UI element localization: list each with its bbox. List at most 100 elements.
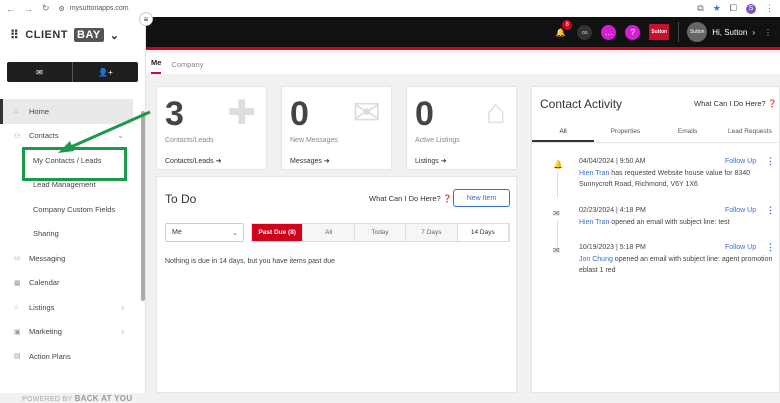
add-user-icon: 👤+ xyxy=(98,67,113,77)
reload-icon[interactable]: ↻ xyxy=(42,3,50,14)
profile-avatar[interactable]: S xyxy=(746,3,756,14)
new-item-button[interactable]: New Item xyxy=(453,189,510,207)
date-range-filter: Past Due (8) All Today 7 Days 14 Days xyxy=(251,223,510,242)
filter-today[interactable]: Today xyxy=(354,224,407,241)
add-contact-button[interactable]: 👤+ xyxy=(73,62,138,82)
more-options-icon[interactable]: ⋮ xyxy=(766,156,775,167)
arrow-circle-icon: ➜ xyxy=(323,158,330,165)
contact-name-link[interactable]: Hien Tran xyxy=(579,170,609,177)
sidebar-item-label: Messaging xyxy=(29,253,66,263)
chevron-right-icon: › xyxy=(121,302,124,312)
assignee-select[interactable]: Me ⌄ xyxy=(165,223,244,242)
home-icon: ⌂ xyxy=(14,107,19,115)
tab-properties[interactable]: Properties xyxy=(594,123,656,142)
chat-button[interactable]: … xyxy=(601,24,617,40)
activity-text: Hien Tran has requested Website house va… xyxy=(579,169,776,190)
assignee-value: Me xyxy=(172,229,182,236)
app-logo[interactable]: ⠿ CLIENT BAY ⌄ xyxy=(0,17,145,53)
activity-time: 4:18 PM xyxy=(619,207,646,214)
bookmark-star-icon[interactable]: ★ xyxy=(713,3,721,14)
back-icon[interactable]: ← xyxy=(6,4,15,14)
stat-value: 3 xyxy=(165,95,184,133)
activity-date: 02/23/2024 xyxy=(579,207,615,214)
site-info-icon[interactable]: ⚙ xyxy=(59,5,65,13)
top-navbar: 🔔 8 ∞ … ? Sutton Sutton Hi, Sutton › ⋮ xyxy=(146,17,780,50)
question-icon: ? xyxy=(630,27,635,37)
avatar: Sutton xyxy=(687,22,708,42)
activity-description: opened an email with subject line: test xyxy=(609,219,730,226)
filter-14-days[interactable]: 14 Days xyxy=(457,224,510,241)
tab-emails[interactable]: Emails xyxy=(657,123,719,142)
tab-lead-requests[interactable]: Lead Requests xyxy=(719,123,780,142)
stat-link-label: Messages xyxy=(290,158,322,165)
stat-link[interactable]: Listings ➜ xyxy=(415,157,447,165)
messaging-icon: ▭ xyxy=(14,255,21,263)
todo-panel: To Do What Can I Do Here? ❓ New Item Me ⌄… xyxy=(156,176,517,393)
tab-company[interactable]: Company xyxy=(171,60,203,74)
sidebar-scrollbar[interactable] xyxy=(141,111,145,301)
brand-badge[interactable]: Sutton xyxy=(649,24,670,40)
contact-name-link[interactable]: Jon Chung xyxy=(579,256,613,263)
follow-up-link[interactable]: Follow Up xyxy=(725,207,756,214)
sidebar-item-label: Marketing xyxy=(29,327,62,337)
stat-value: 0 xyxy=(290,95,309,133)
filter-past-due[interactable]: Past Due (8) xyxy=(252,224,304,241)
notifications-button[interactable]: 🔔 8 xyxy=(553,19,573,40)
envelope-icon: ✉ xyxy=(553,209,560,218)
sidebar-item-messaging[interactable]: ▭ Messaging xyxy=(0,246,146,271)
sidebar-item-listings[interactable]: ⌂ Listings › xyxy=(0,295,146,320)
user-menu[interactable]: Sutton Hi, Sutton › xyxy=(678,22,755,42)
sidebar-item-label: Sharing xyxy=(33,229,59,239)
stat-link[interactable]: Contacts/Leads ➜ xyxy=(165,157,221,165)
marketing-icon: ▣ xyxy=(14,328,21,336)
sidebar-item-label: Lead Management xyxy=(33,180,96,190)
sidebar-item-label: Listings xyxy=(29,302,55,312)
activity-help-link[interactable]: What Can I Do Here? ❓ xyxy=(694,99,777,108)
activity-entry: 🔔 04/04/2024 | 9:50 AM Follow Up ⋮ Hien … xyxy=(532,156,780,198)
filter-all[interactable]: All xyxy=(303,224,355,241)
contact-name-link[interactable]: Hien Tran xyxy=(579,219,609,226)
sidebar-item-action-plans[interactable]: ▤ Action Plans xyxy=(0,344,146,369)
sidebar-item-home[interactable]: ⌂ Home xyxy=(0,99,133,124)
brand-name: CLIENT xyxy=(25,29,69,41)
view-tabs: Me Company xyxy=(146,53,780,74)
tab-me[interactable]: Me xyxy=(151,58,162,74)
address-bar[interactable]: ⚙ mysuttonapps.com xyxy=(59,5,129,13)
stat-card-messages: 0 ✉ New Messages Messages ➜ xyxy=(281,86,392,170)
more-options-icon[interactable]: ⋮ xyxy=(766,242,775,253)
help-button[interactable]: ? xyxy=(625,24,641,40)
sidebar-item-contacts[interactable]: ⚇ Contacts ⌄ xyxy=(0,124,146,149)
stat-link-label: Contacts/Leads xyxy=(165,158,214,165)
cast-icon[interactable]: ⧉ xyxy=(697,3,703,14)
question-icon: ❓ xyxy=(442,194,453,203)
follow-up-link[interactable]: Follow Up xyxy=(725,244,756,251)
extensions-icon[interactable]: ⧠ xyxy=(730,3,737,14)
highlight-box xyxy=(22,147,127,181)
chevron-down-icon: ⌄ xyxy=(109,29,120,42)
listings-icon: ⌂ xyxy=(14,303,19,311)
more-icon[interactable]: ⋮ xyxy=(764,28,772,37)
follow-up-link[interactable]: Follow Up xyxy=(725,158,756,165)
more-options-icon[interactable]: ⋮ xyxy=(766,205,775,216)
sidebar-item-sharing[interactable]: Sharing xyxy=(0,222,146,247)
sidebar-item-calendar[interactable]: ▦ Calendar xyxy=(0,271,146,296)
sidebar-item-company-custom-fields[interactable]: Company Custom Fields xyxy=(0,197,146,222)
sidebar-menu: ⌂ Home ⚇ Contacts ⌄ My Contacts / Leads Lea… xyxy=(0,99,146,369)
email-action-button[interactable]: ✉ xyxy=(7,62,73,82)
help-link-label: What Can I Do Here? xyxy=(369,194,441,203)
sidebar-item-marketing[interactable]: ▣ Marketing › xyxy=(0,320,146,345)
collapse-sidebar-button[interactable]: ≡ xyxy=(139,12,153,26)
activity-time: 9:50 AM xyxy=(619,158,646,165)
link-button[interactable]: ∞ xyxy=(577,24,593,40)
envelope-icon: ✉ xyxy=(36,67,43,77)
browser-toolbar: ← → ↻ ⚙ mysuttonapps.com ⧉ ★ ⧠ S ⋮ xyxy=(0,0,780,17)
question-icon: ❓ xyxy=(767,99,778,108)
filter-7-days[interactable]: 7 Days xyxy=(406,224,458,241)
sidebar-item-label: Calendar xyxy=(29,278,60,288)
forward-icon[interactable]: → xyxy=(24,4,33,14)
contacts-icon: ⚇ xyxy=(14,132,21,140)
todo-help-link[interactable]: What Can I Do Here? ❓ xyxy=(369,194,452,203)
browser-menu-icon[interactable]: ⋮ xyxy=(765,3,774,14)
stat-link[interactable]: Messages ➜ xyxy=(290,157,330,165)
tab-all[interactable]: All xyxy=(532,123,595,142)
